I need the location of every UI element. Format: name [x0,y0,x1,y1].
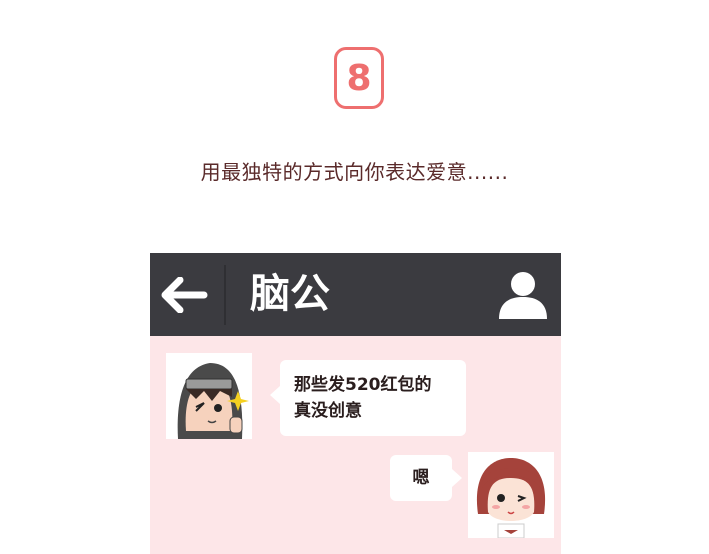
message-line: 嗯 [412,468,430,488]
message-line: 那些发520红包的 [294,375,432,395]
section-caption: 用最独特的方式向你表达爱意...... [200,160,509,184]
message-line: 真没创意 [294,401,362,421]
message-bubble-sent: 嗯 [390,455,462,501]
contact-name: 脑公 [250,271,330,317]
chat-header: 脑公 [150,253,561,336]
arrow-left-icon [161,277,208,313]
profile-button[interactable] [496,269,550,321]
step-number-badge: 8 [334,47,384,109]
user-avatar [468,452,554,538]
user-icon [499,272,547,319]
step-number: 8 [346,57,372,99]
back-button[interactable] [158,273,210,317]
header-divider [224,265,226,325]
message-bubble-received: 那些发520红包的 真没创意 [270,360,466,436]
chat-screen: 脑公 那些发520红包的 真没创意 嗯 [150,253,561,554]
sender-avatar [166,353,252,439]
bob-hair-girl-avatar [476,458,546,538]
hooded-boy-avatar [177,363,249,439]
